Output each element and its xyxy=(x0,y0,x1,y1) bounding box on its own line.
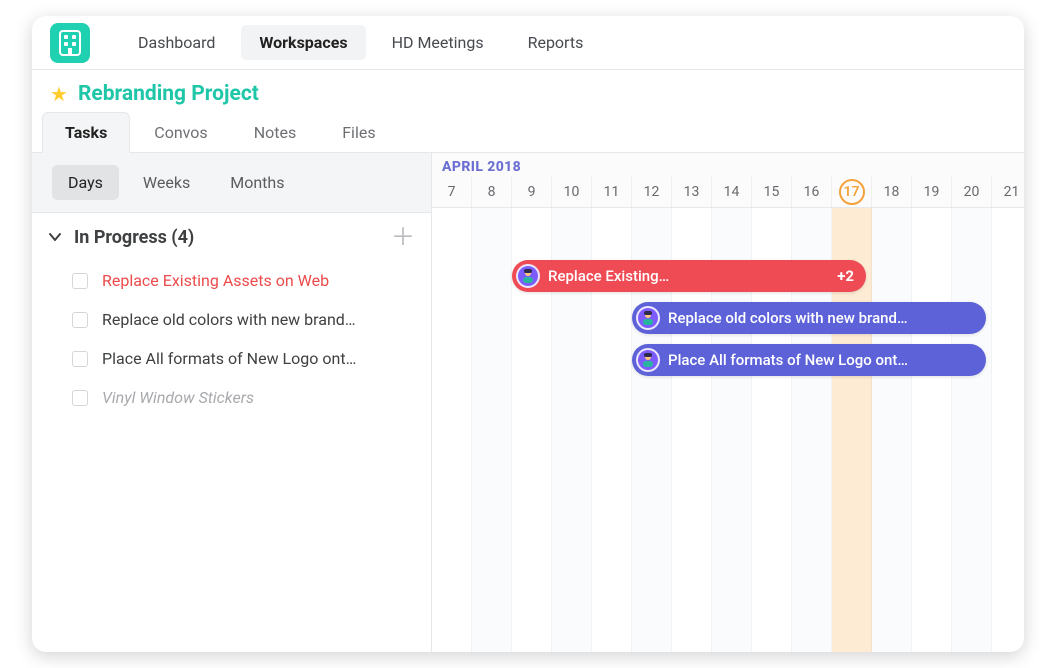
timeline-day[interactable]: 8 xyxy=(472,177,512,207)
subtabs: Tasks Convos Notes Files xyxy=(32,106,1024,153)
timeline-col xyxy=(472,208,512,652)
timeline-bar-label: Replace Existing… xyxy=(548,267,669,285)
timeline-day[interactable]: 10 xyxy=(552,177,592,207)
timeline-bar[interactable]: Replace old colors with new brand… xyxy=(632,302,986,334)
app-logo[interactable] xyxy=(50,23,90,63)
subtab-convos[interactable]: Convos xyxy=(132,113,229,152)
timeline-day[interactable]: 20 xyxy=(952,177,992,207)
nav-tab-hd-meetings[interactable]: HD Meetings xyxy=(374,25,502,60)
timeline-col xyxy=(872,208,912,652)
nav-tab-dashboard[interactable]: Dashboard xyxy=(120,25,233,60)
timeline-col xyxy=(432,208,472,652)
project-header: ★ Rebranding Project xyxy=(32,70,1024,106)
star-icon[interactable]: ★ xyxy=(50,82,68,106)
group-title: In Progress (4) xyxy=(74,227,194,248)
scale-btn-weeks[interactable]: Weeks xyxy=(127,165,206,200)
timeline-day[interactable]: 15 xyxy=(752,177,792,207)
timeline-day[interactable]: 14 xyxy=(712,177,752,207)
timeline-bar-label: Place All formats of New Logo ont… xyxy=(668,351,908,369)
timeline-day[interactable]: 11 xyxy=(592,177,632,207)
timeline-day[interactable]: 7 xyxy=(432,177,472,207)
task-item[interactable]: Replace Existing Assets on Web xyxy=(72,261,423,300)
timeline-day[interactable]: 17 xyxy=(832,177,872,207)
scale-row: Days Weeks Months xyxy=(32,153,431,213)
task-checkbox[interactable] xyxy=(72,390,88,406)
timeline-pane: APRIL 2018 789101112131415161718192021 R… xyxy=(432,153,1024,652)
task-checkbox[interactable] xyxy=(72,273,88,289)
nav-tab-reports[interactable]: Reports xyxy=(510,25,602,60)
timeline-bar-label: Replace old colors with new brand… xyxy=(668,309,908,327)
timeline-header: APRIL 2018 789101112131415161718192021 xyxy=(432,153,1024,208)
timeline-day[interactable]: 16 xyxy=(792,177,832,207)
timeline-day[interactable]: 19 xyxy=(912,177,952,207)
timeline-day[interactable]: 12 xyxy=(632,177,672,207)
task-list: Replace Existing Assets on Web Replace o… xyxy=(32,261,431,417)
chevron-down-icon xyxy=(48,230,62,244)
avatar-icon xyxy=(636,348,660,372)
timeline-col xyxy=(912,208,952,652)
timeline-days-row: 789101112131415161718192021 xyxy=(432,177,1024,207)
timeline-bar[interactable]: Place All formats of New Logo ont… xyxy=(632,344,986,376)
timeline-day[interactable]: 18 xyxy=(872,177,912,207)
timeline-day[interactable]: 13 xyxy=(672,177,712,207)
nav-tabs: Dashboard Workspaces HD Meetings Reports xyxy=(120,25,601,60)
task-checkbox[interactable] xyxy=(72,312,88,328)
task-label: Replace Existing Assets on Web xyxy=(102,271,329,290)
task-item[interactable]: Place All formats of New Logo ont… xyxy=(72,339,423,378)
subtab-notes[interactable]: Notes xyxy=(232,113,319,152)
timeline-bar[interactable]: Replace Existing… +2 xyxy=(512,260,866,292)
project-title[interactable]: Rebranding Project xyxy=(78,82,259,106)
task-item[interactable]: Replace old colors with new brand… xyxy=(72,300,423,339)
add-task-button[interactable]: ＋ xyxy=(391,225,415,249)
timeline-col xyxy=(992,208,1024,652)
task-label: Vinyl Window Stickers xyxy=(102,388,254,407)
avatar-icon xyxy=(516,264,540,288)
subtab-tasks[interactable]: Tasks xyxy=(42,112,130,153)
scale-btn-days[interactable]: Days xyxy=(52,165,119,200)
task-label: Replace old colors with new brand… xyxy=(102,310,356,329)
subtab-files[interactable]: Files xyxy=(320,113,397,152)
group-header[interactable]: In Progress (4) ＋ xyxy=(32,213,431,261)
task-item[interactable]: Vinyl Window Stickers xyxy=(72,378,423,417)
timeline-bar-extra: +2 xyxy=(837,267,866,285)
task-pane: Days Weeks Months In Progress (4) ＋ Repl… xyxy=(32,153,432,652)
task-checkbox[interactable] xyxy=(72,351,88,367)
timeline-day[interactable]: 21 xyxy=(992,177,1024,207)
timeline-day[interactable]: 9 xyxy=(512,177,552,207)
task-label: Place All formats of New Logo ont… xyxy=(102,349,356,368)
scale-btn-months[interactable]: Months xyxy=(214,165,300,200)
nav-tab-workspaces[interactable]: Workspaces xyxy=(241,25,365,60)
timeline-body[interactable]: Replace Existing… +2 Replace old colors wi… xyxy=(432,208,1024,652)
timeline-col xyxy=(952,208,992,652)
building-icon xyxy=(59,30,81,56)
avatar-icon xyxy=(636,306,660,330)
timeline-month-label: APRIL 2018 xyxy=(432,153,1024,177)
topbar: Dashboard Workspaces HD Meetings Reports xyxy=(32,16,1024,70)
